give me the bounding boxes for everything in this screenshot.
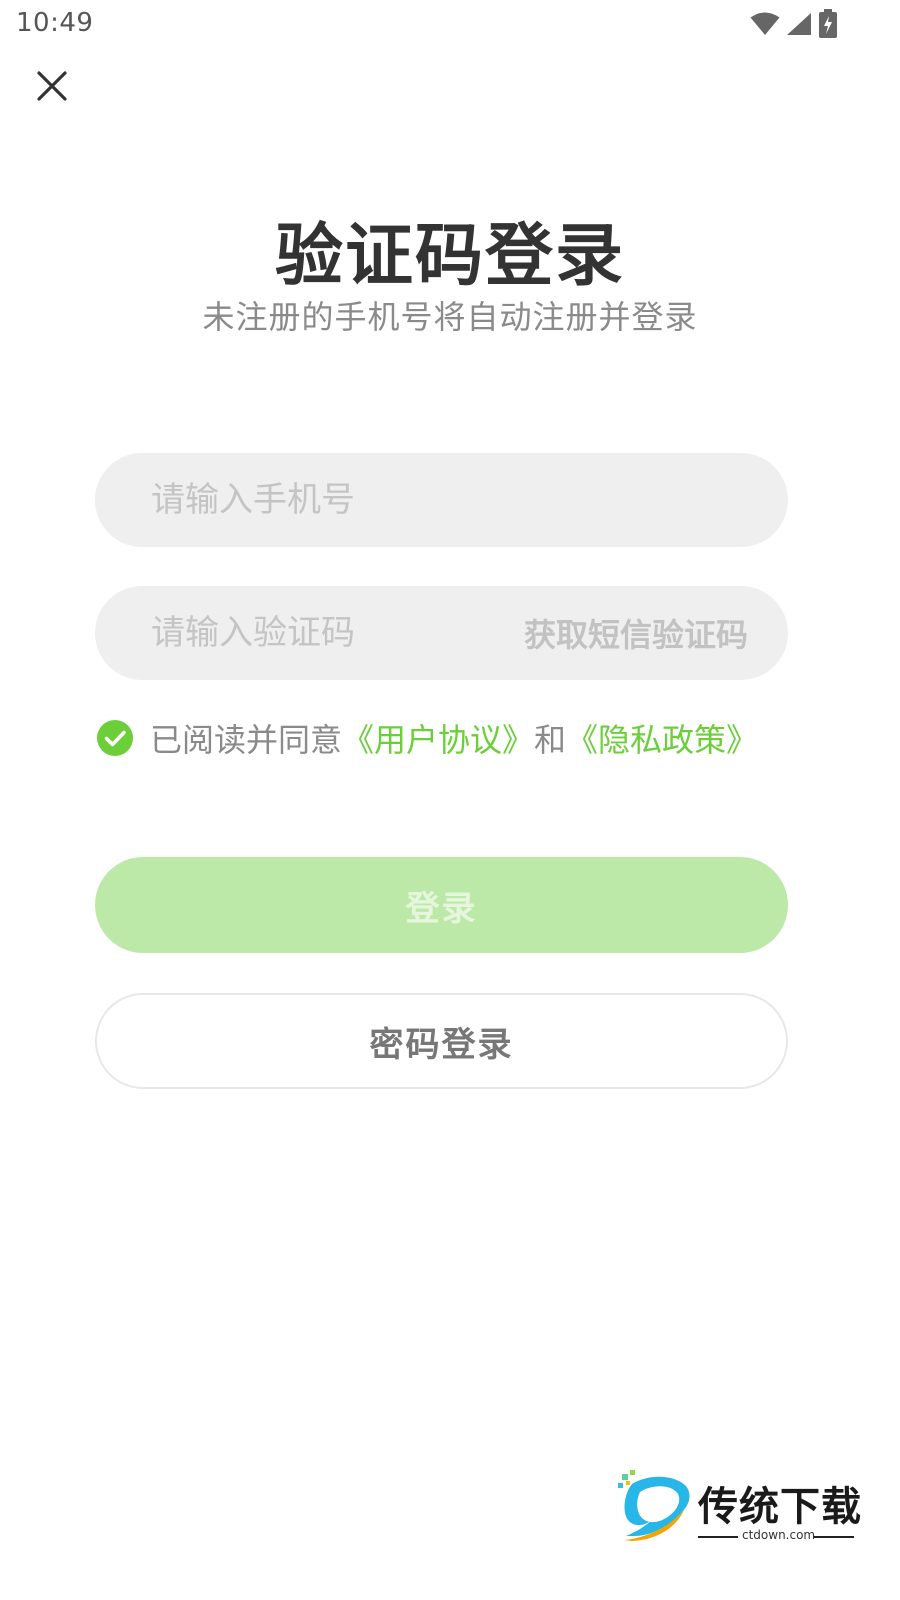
watermark-line-right <box>814 1536 854 1538</box>
ctdown-logo-icon <box>616 1470 692 1546</box>
watermark-logo: 传统下载 ctdown.com <box>616 1470 866 1550</box>
phone-input[interactable] <box>95 452 788 548</box>
check-circle-icon[interactable] <box>97 720 133 756</box>
agreement-and: 和 <box>534 721 567 759</box>
watermark-domain: ctdown.com <box>742 1528 816 1542</box>
page-subtitle: 未注册的手机号将自动注册并登录 <box>202 298 698 336</box>
verification-code-input[interactable] <box>95 585 524 681</box>
code-field: 获取短信验证码 <box>95 585 788 681</box>
cell-signal-icon <box>786 12 812 36</box>
close-button[interactable] <box>30 66 74 110</box>
watermark-name: 传统下载 <box>698 1484 862 1530</box>
password-login-button[interactable]: 密码登录 <box>95 993 788 1089</box>
status-bar: 10:49 <box>0 0 900 48</box>
page-title: 验证码登录 <box>274 217 625 296</box>
user-agreement-link[interactable]: 《用户协议》 <box>342 715 534 761</box>
watermark-line-left <box>698 1536 738 1538</box>
get-sms-code-button[interactable]: 获取短信验证码 <box>524 610 788 656</box>
login-button[interactable]: 登录 <box>95 857 788 953</box>
battery-charging-icon <box>818 9 838 39</box>
agreement-prefix: 已阅读并同意 <box>150 721 343 759</box>
status-time: 10:49 <box>16 8 94 38</box>
phone-field <box>95 452 788 548</box>
close-icon <box>36 70 68 106</box>
agreement-row: 已阅读并同意 《用户协议》 和 《隐私政策》 <box>97 716 758 760</box>
status-icons <box>750 8 838 40</box>
privacy-policy-link[interactable]: 《隐私政策》 <box>566 715 758 761</box>
wifi-icon <box>750 12 780 36</box>
